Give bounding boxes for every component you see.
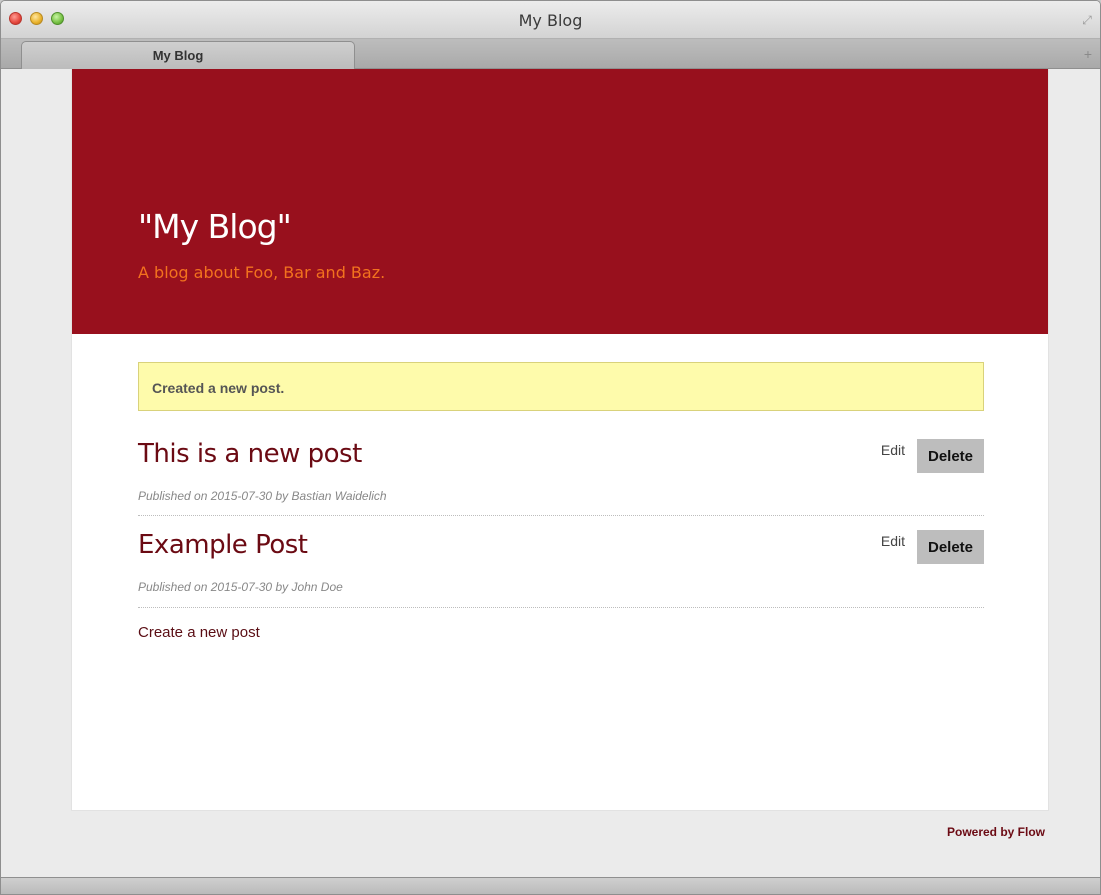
title-bar: My Blog ⤢ [1, 1, 1100, 39]
status-bar [1, 877, 1100, 894]
page-viewport: "My Blog" A blog about Foo, Bar and Baz.… [11, 69, 1100, 877]
plus-icon[interactable]: + [1084, 46, 1092, 62]
post-title[interactable]: Example Post [138, 530, 308, 560]
edit-link[interactable]: Edit [881, 442, 905, 458]
browser-window: My Blog ⤢ My Blog + "My Blog" A blog abo… [0, 0, 1101, 895]
main-content: Created a new post. This is a new post E… [138, 362, 984, 641]
flash-message: Created a new post. [138, 362, 984, 411]
content-sheet: "My Blog" A blog about Foo, Bar and Baz.… [71, 69, 1049, 811]
post-title[interactable]: This is a new post [138, 439, 362, 469]
post-meta: Published on 2015-07-30 by John Doe [138, 580, 343, 594]
post-meta: Published on 2015-07-30 by Bastian Waide… [138, 489, 387, 503]
powered-by-footer[interactable]: Powered by Flow [947, 825, 1045, 839]
post-item: This is a new post Edit Delete Published… [138, 439, 984, 516]
edit-link[interactable]: Edit [881, 533, 905, 549]
tab-label: My Blog [152, 48, 204, 63]
blog-header: "My Blog" A blog about Foo, Bar and Baz. [72, 69, 1048, 334]
post-item: Example Post Edit Delete Published on 20… [138, 530, 984, 608]
blog-subtitle: A blog about Foo, Bar and Baz. [138, 263, 386, 282]
blog-title: "My Blog" [138, 207, 292, 246]
create-post-link[interactable]: Create a new post [138, 624, 984, 641]
tab-bar: My Blog + [1, 39, 1100, 69]
tab-my-blog[interactable]: My Blog [21, 41, 355, 69]
delete-button[interactable]: Delete [917, 439, 984, 473]
fullscreen-icon[interactable]: ⤢ [1080, 13, 1094, 27]
delete-button[interactable]: Delete [917, 530, 984, 564]
window-title: My Blog [518, 11, 583, 30]
